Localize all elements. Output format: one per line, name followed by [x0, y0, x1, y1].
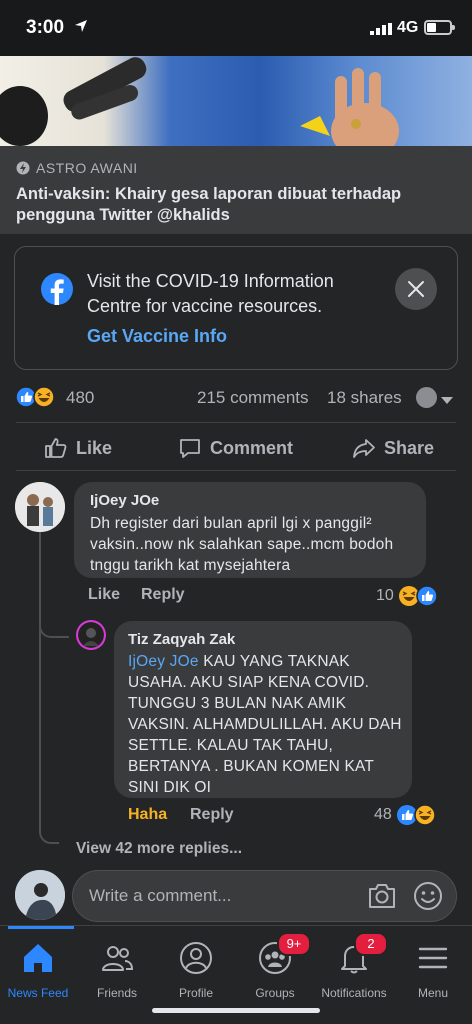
thread-branch	[39, 620, 69, 638]
tab-label: Notifications	[321, 986, 387, 1000]
comment-bubble-icon	[180, 439, 200, 458]
menu-icon	[418, 947, 448, 969]
avatar[interactable]	[15, 482, 65, 532]
share-label: Share	[384, 437, 435, 458]
comment-input[interactable]	[89, 884, 349, 908]
post-actions: Like Comment Share	[0, 426, 472, 470]
reaction-icons[interactable]	[15, 386, 55, 408]
thread-branch	[39, 826, 59, 844]
comment-like-button[interactable]: Like	[88, 586, 120, 604]
chevron-down-icon[interactable]	[441, 392, 453, 410]
comment-reaction-count: 10	[376, 587, 394, 604]
reply-reaction-count: 48	[374, 806, 392, 823]
article-source: ASTRO AWANI	[16, 160, 138, 176]
like-button[interactable]: Like	[44, 436, 112, 460]
haha-reaction-icon	[414, 804, 436, 826]
lightning-icon	[16, 161, 30, 175]
comment-button[interactable]: Comment	[178, 436, 293, 460]
status-bar: 3:00 4G	[0, 0, 472, 56]
signal-icon	[370, 22, 392, 40]
comment-text: Dh register dari bulan april lgi x pangg…	[90, 515, 394, 574]
get-vaccine-info-link[interactable]: Get Vaccine Info	[87, 326, 227, 347]
close-icon	[408, 281, 424, 297]
share-arrow-icon	[353, 439, 375, 458]
comment-composer[interactable]	[72, 870, 457, 922]
like-label: Like	[76, 437, 113, 458]
covid-message: Visit the COVID-19 Information Centre fo…	[87, 271, 334, 316]
divider	[16, 422, 456, 423]
facebook-logo-icon	[41, 273, 73, 310]
groups-badge: 9+	[277, 932, 311, 956]
reply-reaction-label[interactable]: Haha	[128, 806, 167, 824]
comment-label: Comment	[210, 437, 294, 458]
tab-label: Groups	[255, 986, 295, 1000]
divider	[16, 470, 456, 471]
profile-icon	[180, 942, 212, 974]
reply-bubble[interactable]: Tiz Zaqyah Zak IjOey JOe KAU YANG TAKNAK…	[114, 621, 412, 798]
tab-label: Friends	[96, 986, 137, 1000]
article-title: Anti-vaksin: Khairy gesa laporan dibuat …	[16, 185, 402, 224]
reaction-summary: 480 215 comments 18 shares	[0, 380, 472, 414]
shares-count[interactable]: 18 shares	[327, 388, 402, 408]
comment-reply-button[interactable]: Reply	[141, 586, 185, 604]
network-type: 4G	[397, 19, 419, 36]
comment-reactions[interactable]: 10	[376, 585, 438, 607]
like-reaction-icon	[416, 585, 438, 607]
article-link[interactable]: ASTRO AWANI Anti-vaksin: Khairy gesa lap…	[0, 146, 472, 234]
home-indicator	[152, 1008, 320, 1013]
comment-bubble[interactable]: IjOey JOe Dh register dari bulan april l…	[74, 482, 426, 578]
covid-info-card: Visit the COVID-19 Information Centre fo…	[14, 246, 458, 370]
status-time: 3:00	[26, 17, 65, 38]
reply-text: IjOey JOe KAU YANG TAKNAK USAHA. AKU SIA…	[128, 651, 404, 798]
reply-author[interactable]: Tiz Zaqyah Zak	[128, 631, 235, 648]
notifications-badge: 2	[354, 932, 388, 956]
home-icon	[24, 944, 52, 972]
viewer-avatar[interactable]	[416, 387, 437, 408]
article-source-label: ASTRO AWANI	[36, 160, 138, 176]
mention-link[interactable]: IjOey JOe	[128, 653, 199, 670]
my-avatar[interactable]	[15, 870, 65, 920]
active-tab-indicator	[8, 926, 74, 929]
article-image[interactable]	[0, 56, 472, 146]
view-more-replies-link[interactable]: View 42 more replies...	[76, 840, 242, 858]
location-arrow-icon	[74, 19, 88, 38]
comments-count[interactable]: 215 comments	[197, 388, 309, 408]
camera-icon[interactable]	[367, 882, 397, 915]
reply-reactions[interactable]: 48	[374, 804, 436, 826]
comment-author[interactable]: IjOey JOe	[90, 492, 159, 509]
reaction-count[interactable]: 480	[66, 388, 94, 408]
thumbs-up-icon	[45, 438, 67, 458]
reply-body: KAU YANG TAKNAK USAHA. AKU SIAP KENA COV…	[128, 653, 402, 796]
tab-label: Menu	[417, 986, 449, 1000]
emoji-icon[interactable]	[413, 881, 443, 916]
avatar[interactable]	[76, 620, 106, 650]
share-button[interactable]: Share	[352, 436, 434, 460]
battery-icon	[424, 20, 455, 35]
friends-icon	[102, 946, 134, 971]
haha-reaction-icon	[33, 386, 55, 408]
reply-reply-button[interactable]: Reply	[190, 806, 234, 824]
tab-label: News Feed	[7, 986, 69, 1000]
tab-label: Profile	[178, 986, 213, 1000]
thread-line	[39, 532, 41, 832]
close-card-button[interactable]	[395, 268, 437, 310]
